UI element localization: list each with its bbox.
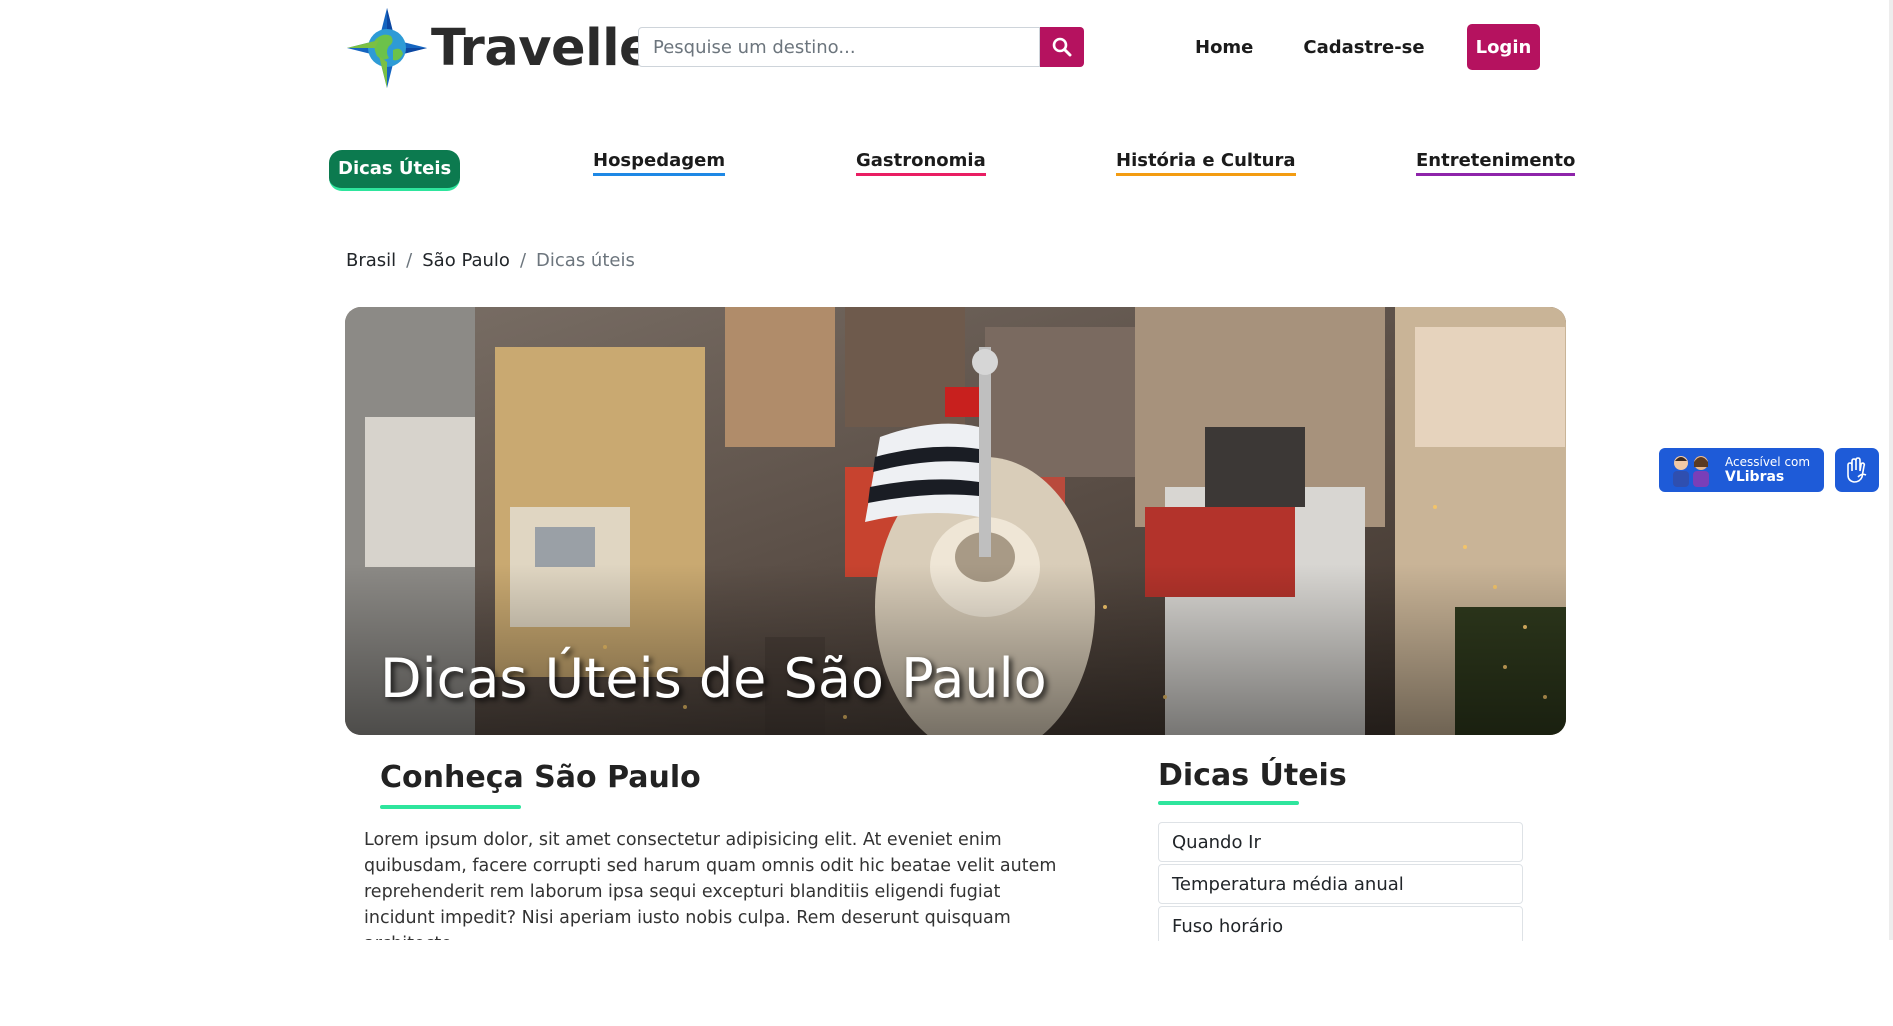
traveller-logo[interactable]: Traveller bbox=[345, 6, 678, 90]
main-title-underline bbox=[380, 805, 521, 809]
vlibras-label-small: Acessível com bbox=[1725, 455, 1811, 469]
category-tab-tips[interactable]: Dicas Úteis bbox=[329, 150, 461, 191]
category-tab-gastronomy[interactable]: Gastronomia bbox=[856, 150, 986, 176]
vlibras-toggle-button[interactable] bbox=[1835, 448, 1879, 492]
compass-globe-icon bbox=[347, 8, 427, 88]
breadcrumb-current: Dicas úteis bbox=[536, 250, 635, 271]
sign-language-hands-icon bbox=[1847, 457, 1867, 483]
main-section-title: Conheça São Paulo bbox=[380, 760, 701, 795]
sidebar-title-underline bbox=[1158, 801, 1299, 805]
search-icon bbox=[1052, 37, 1072, 57]
breadcrumb-brasil[interactable]: Brasil bbox=[346, 250, 396, 271]
vlibras-widget[interactable]: Acessível com VLibras bbox=[1659, 448, 1824, 492]
hero-banner: Dicas Úteis de São Paulo bbox=[345, 307, 1566, 735]
category-tab-lodging[interactable]: Hospedagem bbox=[593, 150, 726, 176]
category-tab-history[interactable]: História e Cultura bbox=[1116, 150, 1296, 176]
tips-list: Quando Ir Temperatura média anual Fuso h… bbox=[1158, 822, 1523, 941]
breadcrumb-separator: / bbox=[406, 250, 413, 271]
breadcrumb-separator: / bbox=[519, 250, 527, 271]
tip-average-temperature[interactable]: Temperatura média anual bbox=[1158, 864, 1523, 904]
tip-time-zone[interactable]: Fuso horário bbox=[1158, 906, 1523, 941]
search-input[interactable] bbox=[638, 27, 1040, 67]
sidebar-title: Dicas Úteis bbox=[1158, 758, 1347, 793]
search-bar bbox=[638, 27, 1084, 67]
tip-when-to-go[interactable]: Quando Ir bbox=[1158, 822, 1523, 862]
breadcrumb: Brasil / São Paulo / Dicas úteis bbox=[346, 250, 635, 271]
main-description: Lorem ipsum dolor, sit amet consectetur … bbox=[364, 830, 1057, 940]
hero-title: Dicas Úteis de São Paulo bbox=[380, 647, 1047, 710]
page-scrollbar[interactable] bbox=[1889, 0, 1893, 940]
vlibras-avatars-icon bbox=[1673, 456, 1709, 487]
category-tab-entertainment[interactable]: Entretenimento bbox=[1416, 150, 1576, 176]
nav-signup-link[interactable]: Cadastre-se bbox=[1303, 37, 1424, 58]
breadcrumb-sao-paulo[interactable]: São Paulo bbox=[422, 250, 510, 271]
vlibras-label: VLibras bbox=[1725, 469, 1785, 485]
top-nav: Home Cadastre-se Login bbox=[1195, 24, 1541, 70]
search-button[interactable] bbox=[1040, 27, 1084, 67]
login-button[interactable]: Login bbox=[1466, 24, 1541, 70]
nav-home-link[interactable]: Home bbox=[1195, 37, 1253, 58]
